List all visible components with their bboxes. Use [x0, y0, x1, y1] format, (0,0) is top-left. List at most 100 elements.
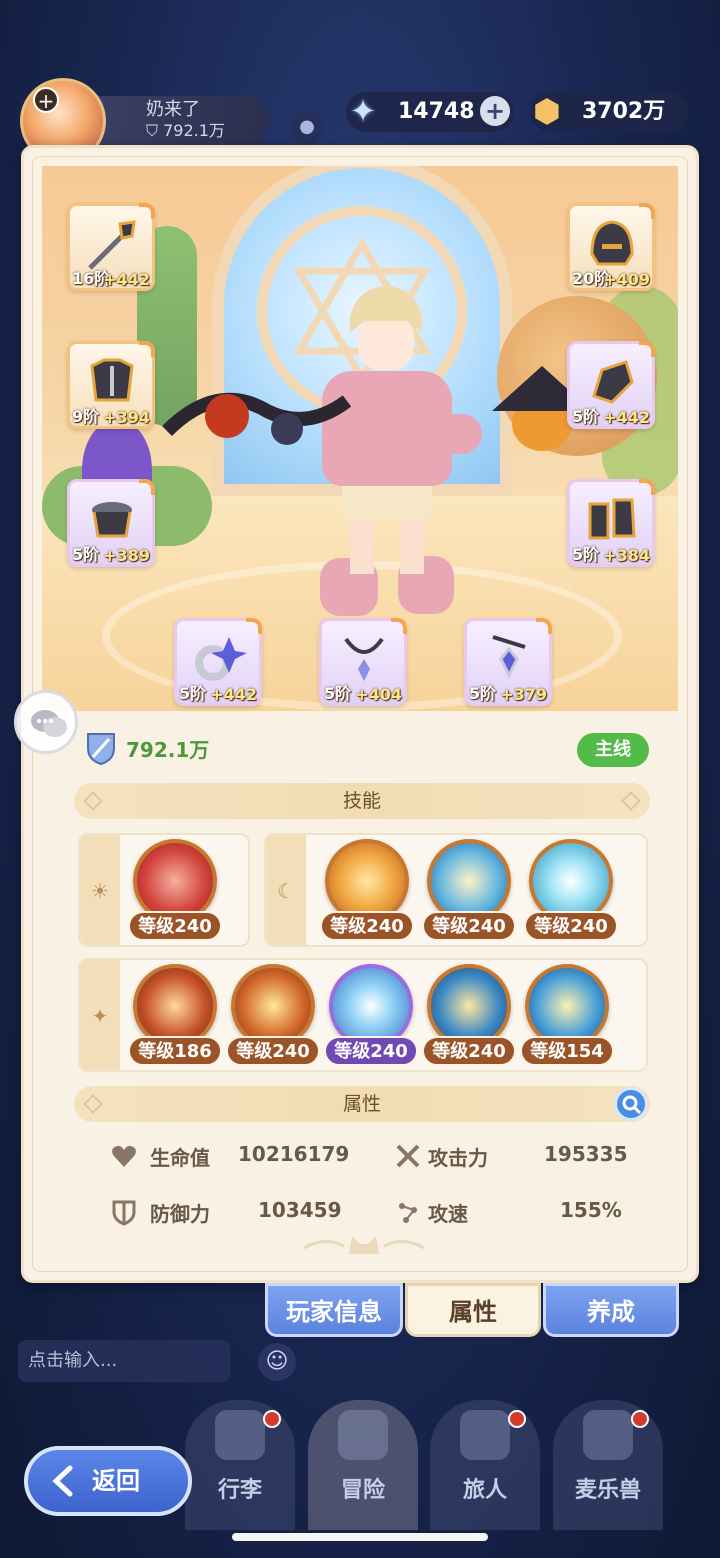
equip-slot-weapon[interactable]: 16阶 +442 — [67, 203, 155, 291]
character-panel: 16阶 +442 20阶 +409 9阶 +394 5阶 +442 5阶 +38… — [21, 145, 699, 1283]
player-power-value: 792.1万 — [163, 121, 225, 140]
star-skill-group: ✦ 等级186 等级240 等级240 等级240 等级154 — [78, 958, 648, 1072]
hp-label: 生命值 — [150, 1146, 210, 1170]
equip-bonus: +379 — [500, 685, 547, 704]
chat-input[interactable]: 点击输入... — [18, 1340, 230, 1382]
hp-value: 10216179 — [238, 1142, 350, 1166]
player-badge[interactable]: 奶来了 ⛉ 792.1万 + — [20, 78, 272, 164]
skill-slot[interactable]: 等级240 — [524, 839, 618, 949]
leg — [400, 514, 424, 574]
equip-slot-ring[interactable]: 5阶 +442 — [174, 618, 262, 706]
attributes-header: 属性 — [74, 1086, 650, 1122]
attack-label: 攻击力 — [428, 1146, 488, 1170]
equip-slot-gloves[interactable]: 5阶 +442 — [567, 341, 655, 429]
tab-player-info[interactable]: 玩家信息 — [265, 1283, 403, 1337]
crossed-swords-icon — [396, 1144, 420, 1168]
equip-tier: 5阶 — [72, 545, 100, 564]
gold-currency: ⬢ 3702万 — [530, 92, 688, 132]
equip-bonus: +442 — [103, 270, 150, 289]
home-indicator[interactable] — [232, 1533, 488, 1541]
equip-tier: 5阶 — [469, 684, 497, 703]
star-gem-icon: ✦ — [349, 92, 377, 130]
skill-level: 等级154 — [520, 1036, 614, 1066]
equip-tier: 5阶 — [179, 684, 207, 703]
nav-label: 麦乐兽 — [574, 1478, 641, 1503]
attack-value: 195335 — [544, 1142, 628, 1166]
equip-slot-belt[interactable]: 5阶 +389 — [67, 479, 155, 567]
notification-dot — [631, 1410, 649, 1428]
nav-mailebeast[interactable]: 麦乐兽 — [553, 1400, 663, 1530]
add-star-button[interactable]: + — [480, 96, 510, 126]
leg — [350, 514, 374, 574]
equip-tier: 5阶 — [324, 684, 352, 703]
skill-level: 等级240 — [422, 1036, 516, 1066]
skill-level: 等级240 — [524, 911, 618, 941]
shield-sword-icon — [87, 733, 115, 766]
skill-slot[interactable]: 等级240 — [320, 839, 414, 949]
cat-beast-icon — [583, 1410, 633, 1460]
skill-slot[interactable]: 等级154 — [520, 964, 614, 1074]
attribute-detail-button[interactable] — [614, 1087, 648, 1121]
weapon-effect — [162, 392, 352, 445]
chat-icon — [31, 710, 67, 737]
equip-bonus: +442 — [210, 685, 257, 704]
nav-luggage[interactable]: 行李 — [185, 1400, 295, 1530]
add-icon[interactable]: + — [33, 87, 59, 113]
player-name: 奶来了 — [146, 99, 200, 120]
equip-slot-amulet[interactable]: 5阶 +379 — [464, 618, 552, 706]
player-name-box: 奶来了 ⛉ 792.1万 — [96, 96, 272, 146]
skills-title: 技能 — [342, 790, 381, 812]
skill-slot[interactable]: 等级240 — [128, 839, 222, 949]
speed-icon — [399, 1203, 417, 1223]
main-line-tag: 主线 — [577, 733, 649, 767]
equip-bonus: +394 — [103, 408, 150, 427]
moon-skill-group: ☾ 等级240 等级240 等级240 — [264, 833, 648, 947]
nav-adventure[interactable]: 冒险 — [308, 1400, 418, 1530]
traveler-icon — [460, 1410, 510, 1460]
attack-speed-value: 155% — [560, 1198, 622, 1222]
shield-icon — [112, 1200, 136, 1226]
equip-slot-necklace[interactable]: 5阶 +404 — [319, 618, 407, 706]
chat-button[interactable] — [14, 690, 78, 754]
tab-attributes[interactable]: 属性 — [405, 1283, 541, 1337]
equip-tier: 5阶 — [572, 545, 600, 564]
back-arrow-icon — [52, 1465, 73, 1497]
skill-slot[interactable]: 等级240 — [422, 964, 516, 1074]
diamond-ornament — [83, 791, 103, 811]
equip-slot-boots[interactable]: 5阶 +384 — [567, 479, 655, 567]
sun-skill-group: ☀ 等级240 — [78, 833, 250, 947]
nav-traveler[interactable]: 旅人 — [430, 1400, 540, 1530]
hp-attribute: 生命值 10216179 — [110, 1140, 370, 1170]
skill-level: 等级240 — [320, 911, 414, 941]
voice-icon[interactable]: ● — [290, 110, 324, 144]
skill-level: 等级186 — [128, 1036, 222, 1066]
nav-label: 冒险 — [340, 1478, 385, 1503]
sparkle-icon: ✦ — [91, 1004, 109, 1028]
arm — [437, 414, 482, 454]
skills-header: 技能 — [74, 783, 650, 819]
emoji-icon[interactable]: ☺ — [258, 1343, 296, 1381]
combat-power-value: 792.1万 — [126, 738, 210, 762]
skill-slot[interactable]: 等级240 — [324, 964, 418, 1074]
gold-coin-icon: ⬢ — [533, 92, 561, 130]
equip-tier: 5阶 — [572, 407, 600, 426]
nav-label: 旅人 — [462, 1478, 507, 1503]
attack-speed-attribute: 攻速 155% — [394, 1196, 644, 1226]
skill-level: 等级240 — [128, 911, 222, 941]
player-power: ⛉ 792.1万 — [146, 121, 225, 140]
tab-cultivate[interactable]: 养成 — [543, 1283, 679, 1337]
cat-ornament-icon — [303, 1236, 425, 1254]
equip-bonus: +389 — [103, 546, 150, 565]
attack-speed-label: 攻速 — [428, 1202, 468, 1226]
equip-bonus: +404 — [355, 685, 402, 704]
star-currency-value: 14748 — [398, 99, 475, 124]
notification-dot — [508, 1410, 526, 1428]
equip-bonus: +409 — [603, 270, 650, 289]
skill-slot[interactable]: 等级240 — [422, 839, 516, 949]
back-button[interactable]: 返回 — [24, 1446, 192, 1516]
skill-slot[interactable]: 等级240 — [226, 964, 320, 1074]
skill-level: 等级240 — [324, 1036, 418, 1066]
equip-slot-helmet[interactable]: 20阶 +409 — [567, 203, 655, 291]
skill-slot[interactable]: 等级186 — [128, 964, 222, 1074]
equip-slot-armor[interactable]: 9阶 +394 — [67, 341, 155, 429]
